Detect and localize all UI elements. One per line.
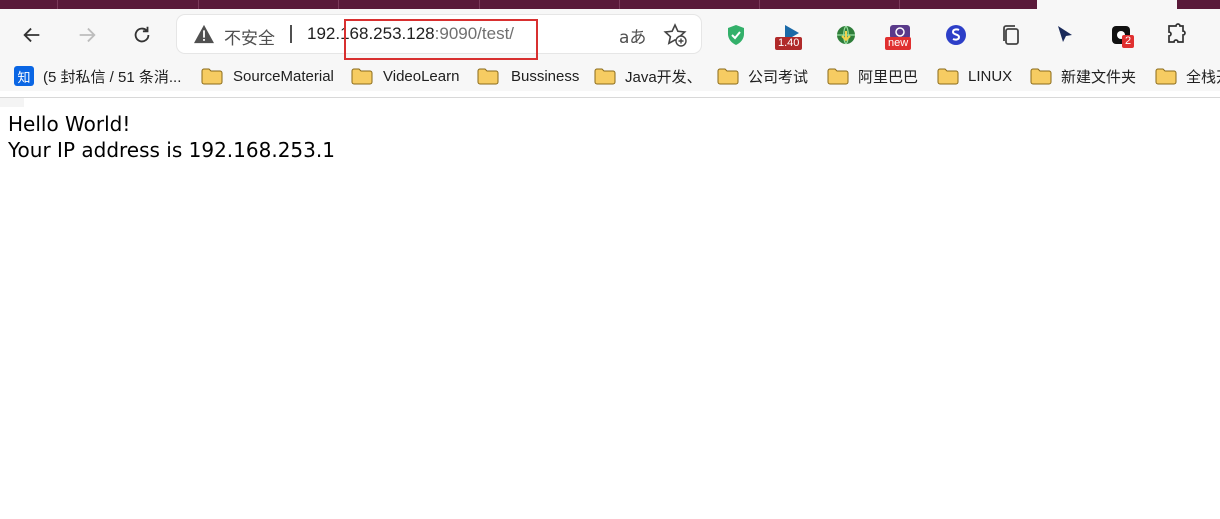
tab-separator: [899, 0, 900, 9]
address-divider: [290, 25, 292, 43]
new-extension[interactable]: new: [885, 21, 914, 50]
video-extension[interactable]: 1.40: [775, 21, 805, 50]
page-content: Hello World! Your IP address is 192.168.…: [8, 111, 335, 163]
bookmark-folder[interactable]: 全栈开: [1155, 66, 1220, 86]
bookmark-folder[interactable]: 公司考试: [717, 66, 808, 86]
collections-icon: [1003, 25, 1019, 45]
browser-toolbar: 不安全 192.168.253.128:9090/test/ aあ 1.40 n…: [0, 9, 1220, 61]
bookmark-folder[interactable]: Java开发、: [594, 66, 702, 86]
hello-text: Hello World!: [8, 112, 131, 136]
tab-separator: [338, 0, 339, 9]
bookmarks-bar: 知 (5 封私信 / 51 条消... SourceMaterial Video…: [0, 61, 1220, 91]
bookmark-zhihu[interactable]: 知 (5 封私信 / 51 条消...: [14, 66, 181, 86]
ip-address-text: Your IP address is 192.168.253.1: [8, 138, 335, 162]
back-arrow-icon: [23, 27, 40, 43]
folder-icon: [351, 68, 373, 85]
extension-badge: 1.40: [775, 37, 803, 50]
shield-extension[interactable]: [722, 21, 750, 49]
bookmark-folder[interactable]: 新建文件夹: [1030, 66, 1136, 86]
bookmark-label: 阿里巴巴: [858, 68, 919, 86]
refresh-button[interactable]: [125, 18, 159, 52]
globe-download-icon: [837, 25, 855, 45]
warning-icon[interactable]: [193, 24, 215, 44]
refresh-icon: [134, 26, 150, 43]
security-label[interactable]: 不安全: [224, 24, 275, 49]
bookmark-label: (5 封私信 / 51 条消...: [43, 68, 182, 86]
tab-separator: [759, 0, 760, 9]
back-button[interactable]: [15, 18, 49, 52]
active-tab[interactable]: [1037, 0, 1177, 9]
counter-extension[interactable]: 2: [1107, 21, 1135, 49]
bookmark-folder[interactable]: 阿里巴巴: [827, 66, 918, 86]
cursor-extension[interactable]: [1051, 21, 1079, 49]
folder-icon: [827, 68, 849, 85]
puzzle-icon: [1168, 23, 1186, 43]
read-aloud-icon[interactable]: aあ: [619, 23, 646, 48]
tab-separator: [619, 0, 620, 9]
folder-icon: [594, 68, 616, 85]
bookmark-label: SourceMaterial: [233, 67, 334, 85]
bookmark-label: Bussiness: [511, 67, 580, 85]
folder-icon: [1030, 68, 1052, 85]
bookmark-label: 全栈开: [1186, 68, 1220, 86]
folder-icon: [1155, 68, 1177, 85]
bookmark-folder[interactable]: SourceMaterial: [201, 66, 334, 86]
extension-badge: 2: [1122, 35, 1135, 48]
collections-button[interactable]: [997, 21, 1025, 49]
tab-separator: [57, 0, 58, 9]
bookmark-folder[interactable]: Bussiness: [477, 66, 579, 86]
bookmark-folder[interactable]: VideoLearn: [351, 66, 459, 86]
bookmark-label: LINUX: [968, 67, 1013, 85]
cursor-icon: [1058, 26, 1072, 42]
forward-arrow-icon: [79, 27, 96, 43]
bookmark-label: 新建文件夹: [1061, 68, 1137, 86]
forward-button[interactable]: [70, 18, 104, 52]
folder-icon: [201, 68, 223, 85]
bookmark-label: 公司考试: [748, 68, 809, 86]
shield-icon: [728, 25, 744, 45]
bookmark-label: Java开发、: [625, 68, 702, 86]
folder-icon: [477, 68, 499, 85]
add-favorite-icon[interactable]: [663, 23, 687, 47]
s-extension[interactable]: [942, 21, 970, 49]
bookmark-label: VideoLearn: [383, 67, 460, 85]
s-logo-icon: [946, 25, 966, 45]
extensions-button[interactable]: [1162, 21, 1190, 49]
download-extension[interactable]: [832, 21, 860, 49]
bookmark-folder[interactable]: LINUX: [937, 66, 1012, 86]
tab-separator: [479, 0, 480, 9]
extension-badge: new: [885, 37, 912, 50]
tab-strip: [0, 0, 1220, 9]
zhihu-icon: 知: [14, 66, 34, 86]
tab-separator: [198, 0, 199, 9]
folder-icon: [937, 68, 959, 85]
annotation-highlight-box: [344, 19, 538, 60]
folder-icon: [717, 68, 739, 85]
toolbar-divider: [0, 97, 1220, 98]
page-corner: [0, 98, 24, 107]
